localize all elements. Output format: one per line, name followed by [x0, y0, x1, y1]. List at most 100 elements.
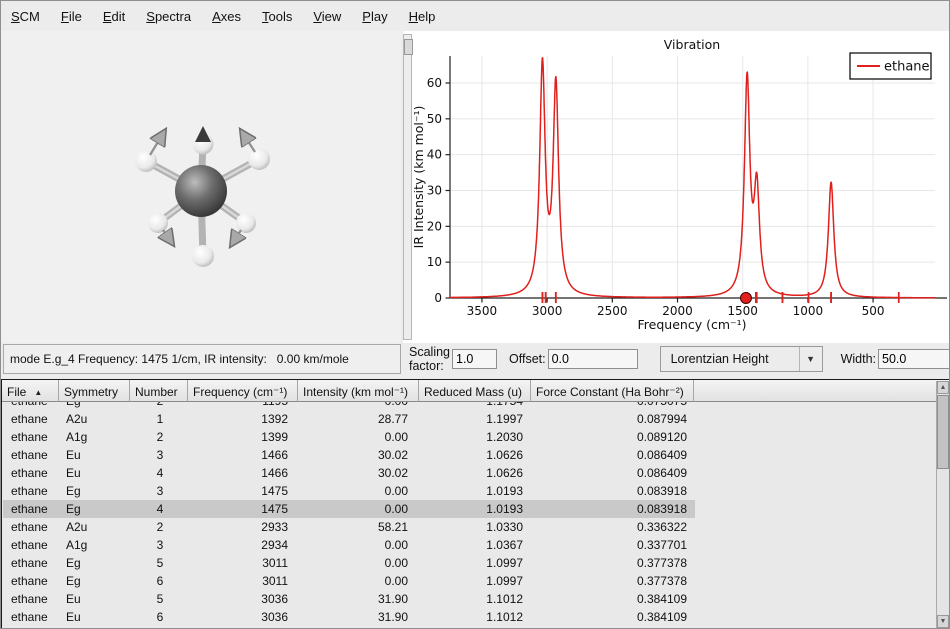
table-row[interactable]: ethaneEu3146630.021.06260.086409: [3, 446, 695, 464]
table-cell: ethane: [3, 608, 60, 626]
table-cell: 1392: [189, 410, 299, 428]
table-cell: 0.087994: [532, 410, 695, 428]
column-header-reduced[interactable]: Reduced Mass (u): [419, 380, 531, 402]
scroll-down-icon[interactable]: ▼: [937, 615, 949, 628]
table-cell: 1.1012: [420, 590, 532, 608]
table-cell: 30.02: [299, 446, 420, 464]
column-header-force[interactable]: Force Constant (Ha Bohr⁻²): [531, 380, 694, 402]
menu-item-tools[interactable]: Tools: [262, 9, 292, 24]
table-cell: 5: [131, 590, 189, 608]
table-cell: 6: [131, 608, 189, 626]
table-row[interactable]: ethaneA2u1139228.771.19970.087994: [3, 410, 695, 428]
table-row[interactable]: ethaneEu4146630.021.06260.086409: [3, 464, 695, 482]
menu-item-edit[interactable]: Edit: [103, 9, 125, 24]
table-cell: 0.377378: [532, 572, 695, 590]
table-cell: 0.00: [299, 482, 420, 500]
column-header-symmetry[interactable]: Symmetry: [59, 380, 130, 402]
table-cell: 0.337701: [532, 536, 695, 554]
table-cell: 0.00: [299, 536, 420, 554]
modes-table: File▲SymmetryNumberFrequency (cm⁻¹)Inten…: [1, 379, 950, 629]
tick-labels: 3500300025002000150010005000102030405060: [427, 76, 885, 318]
table-cell: Eg: [60, 572, 131, 590]
table-cell: 3036: [189, 608, 299, 626]
table-cell: 1466: [189, 464, 299, 482]
table-cell: 0.089120: [532, 428, 695, 446]
table-cell: 0.336322: [532, 518, 695, 536]
table-cell: 1.1012: [420, 608, 532, 626]
table-cell: 1.0193: [420, 482, 532, 500]
svg-text:1000: 1000: [793, 304, 824, 318]
table-row[interactable]: ethaneEg630110.001.09970.377378: [3, 572, 695, 590]
menu-item-axes[interactable]: Axes: [212, 9, 241, 24]
selected-mode-marker[interactable]: [740, 293, 751, 304]
column-header-number[interactable]: Number: [130, 380, 188, 402]
table-cell: 28.77: [299, 410, 420, 428]
column-header-filler: [694, 380, 950, 402]
width-input[interactable]: [878, 349, 950, 369]
table-cell: 0.384109: [532, 608, 695, 626]
table-cell: 3036: [189, 590, 299, 608]
table-row[interactable]: ethaneA1g213990.001.20300.089120: [3, 428, 695, 446]
mode-status-text: mode E.g_4 Frequency: 1475 1/cm, IR inte…: [10, 352, 349, 366]
molecule-viewer[interactable]: [1, 31, 401, 343]
menu-item-play[interactable]: Play: [362, 9, 387, 24]
menu-item-help[interactable]: Help: [409, 9, 436, 24]
table-cell: Eg: [60, 482, 131, 500]
column-header-intensity[interactable]: Intensity (km mol⁻¹): [298, 380, 419, 402]
offset-input[interactable]: [548, 349, 638, 369]
spectrum-chart-panel[interactable]: 3500300025002000150010005000102030405060…: [403, 31, 949, 343]
table-row[interactable]: ethaneEg414750.001.01930.083918: [3, 500, 695, 518]
table-cell: Eg: [60, 402, 131, 410]
plot-scrollbar[interactable]: [403, 34, 412, 340]
axes: [446, 56, 948, 303]
vibration-spectrum-chart[interactable]: 3500300025002000150010005000102030405060…: [414, 31, 949, 343]
table-cell: 1399: [189, 428, 299, 446]
scroll-up-icon[interactable]: ▲: [937, 381, 949, 394]
table-cell: 0.00: [299, 500, 420, 518]
table-row[interactable]: ethaneA2u2293358.211.03300.336322: [3, 518, 695, 536]
table-cell: 1.1754: [420, 402, 532, 410]
table-cell: ethane: [3, 482, 60, 500]
table-cell: 3011: [189, 572, 299, 590]
table-cell: 5: [131, 554, 189, 572]
svg-text:3500: 3500: [467, 304, 498, 318]
table-scrollbar[interactable]: ▲ ▼: [936, 381, 949, 628]
table-body: ethaneEg211950.001.17540.075075ethaneA2u…: [3, 402, 936, 628]
table-row[interactable]: ethaneEg211950.001.17540.075075: [3, 402, 695, 410]
lineshape-dropdown[interactable]: Lorentzian Height ▼: [660, 346, 823, 372]
table-scrollbar-thumb[interactable]: [937, 395, 949, 469]
table-cell: ethane: [3, 464, 60, 482]
table-cell: 0.00: [299, 572, 420, 590]
table-header: File▲SymmetryNumberFrequency (cm⁻¹)Inten…: [2, 380, 950, 402]
plot-scrollbar-thumb[interactable]: [404, 39, 413, 55]
column-header-frequency[interactable]: Frequency (cm⁻¹): [188, 380, 298, 402]
table-cell: 1.0626: [420, 464, 532, 482]
spectra-window: SCM File Edit Spectra Axes Tools View Play Help: [0, 0, 950, 629]
table-row[interactable]: ethaneEu6303631.901.10120.384109: [3, 608, 695, 626]
table-cell: Eu: [60, 590, 131, 608]
menu-item-spectra[interactable]: Spectra: [146, 9, 191, 24]
table-row[interactable]: ethaneA1g329340.001.03670.337701: [3, 536, 695, 554]
table-cell: 0.00: [299, 402, 420, 410]
table-cell: 0.086409: [532, 464, 695, 482]
table-row[interactable]: ethaneEu5303631.901.10120.384109: [3, 590, 695, 608]
table-cell: A2u: [60, 518, 131, 536]
menu-item-scm[interactable]: SCM: [11, 9, 40, 24]
column-header-file[interactable]: File▲: [2, 380, 59, 402]
table-cell: Eu: [60, 608, 131, 626]
table-cell: ethane: [3, 402, 60, 410]
table-row[interactable]: ethaneEg530110.001.09970.377378: [3, 554, 695, 572]
table-cell: 2934: [189, 536, 299, 554]
table-row[interactable]: ethaneEg314750.001.01930.083918: [3, 482, 695, 500]
table-cell: 1.0997: [420, 572, 532, 590]
menu-item-view[interactable]: View: [313, 9, 341, 24]
menu-item-file[interactable]: File: [61, 9, 82, 24]
chart-title: Vibration: [664, 37, 720, 52]
table-cell: 1195: [189, 402, 299, 410]
table-cell: 31.90: [299, 590, 420, 608]
legend-label: ethane: [884, 60, 930, 75]
table-cell: 2: [131, 428, 189, 446]
scaling-factor-input[interactable]: [452, 349, 497, 369]
table-cell: A2u: [60, 410, 131, 428]
offset-label: Offset:: [509, 352, 546, 366]
